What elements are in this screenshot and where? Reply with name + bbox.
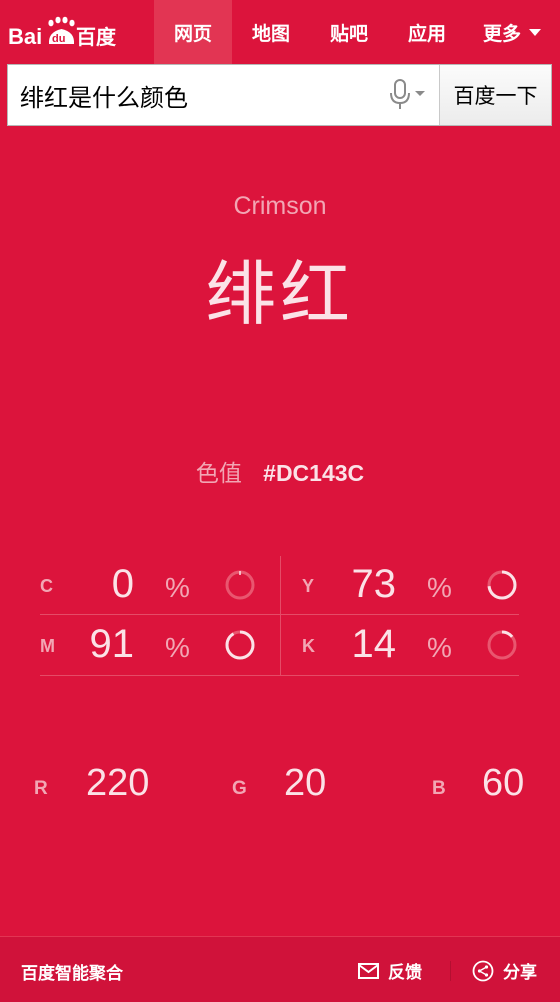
cmyk-cell-m: M 91 % xyxy=(40,616,280,674)
feedback-button[interactable]: 反馈 xyxy=(358,958,422,983)
cmyk-grid: C 0 % Y 73 % M 91 % K 14 % xyxy=(40,556,519,676)
cmyk-cell-c: C 0 % xyxy=(40,556,280,614)
baidu-logo[interactable]: Bai du 百度 xyxy=(8,12,120,52)
percent-sign: % xyxy=(165,632,190,663)
baidu-logo-image: Bai du 百度 xyxy=(8,16,117,49)
footer-bar: 百度智能聚合 反馈 分享 xyxy=(0,936,560,1002)
feedback-label: 反馈 xyxy=(388,963,422,983)
cmyk-letter: Y xyxy=(302,576,315,596)
progress-ring-icon xyxy=(225,630,255,660)
rgb-letter: G xyxy=(232,778,247,799)
color-english-name: Crimson xyxy=(233,192,327,220)
envelope-icon xyxy=(358,962,379,979)
cmyk-letter: M xyxy=(40,636,55,656)
caret-down-icon xyxy=(529,28,541,36)
main-nav: 网页 地图 贴吧 应用 更多 xyxy=(154,0,558,64)
nav-tab-apps[interactable]: 应用 xyxy=(388,0,466,64)
percent-sign: % xyxy=(427,572,452,603)
hex-value-row: 色值 #DC143C xyxy=(0,454,560,488)
percent-sign: % xyxy=(165,572,190,603)
divider xyxy=(450,961,451,981)
rgb-letter: R xyxy=(34,778,48,799)
rgb-letter: B xyxy=(432,778,446,799)
cmyk-cell-k: K 14 % xyxy=(302,616,542,674)
nav-tab-tieba[interactable]: 贴吧 xyxy=(310,0,388,64)
share-button[interactable]: 分享 xyxy=(472,958,537,983)
nav-tab-label: 地图 xyxy=(251,22,290,45)
nav-tab-label: 更多 xyxy=(482,22,521,45)
percent-sign: % xyxy=(427,632,452,663)
rgb-value: 60 xyxy=(482,762,525,804)
footer-brand: 百度智能聚合 xyxy=(21,964,123,984)
nav-tab-label: 网页 xyxy=(173,22,212,45)
microphone-icon xyxy=(390,79,425,109)
svg-text:du: du xyxy=(52,33,65,45)
share-icon xyxy=(472,960,494,981)
search-button[interactable]: 百度一下 xyxy=(439,65,551,125)
cmyk-value: 14 xyxy=(351,622,397,666)
search-input[interactable] xyxy=(8,65,377,125)
svg-text:Bai: Bai xyxy=(8,24,42,49)
progress-ring-icon xyxy=(225,570,255,600)
search-bar: 百度一下 xyxy=(7,64,552,126)
share-label: 分享 xyxy=(503,963,537,983)
nav-tab-label: 贴吧 xyxy=(329,22,368,45)
nav-tab-more[interactable]: 更多 xyxy=(466,0,558,64)
progress-ring-icon xyxy=(487,630,517,660)
top-navbar: Bai du 百度 网页 地图 贴吧 应用 更多 xyxy=(0,0,560,64)
progress-ring-icon xyxy=(487,570,517,600)
hex-label: 色值 xyxy=(195,461,242,487)
cmyk-value: 73 xyxy=(351,562,397,606)
cmyk-cell-y: Y 73 % xyxy=(302,556,542,614)
progress-ring-fill xyxy=(225,630,255,660)
voice-search-button[interactable] xyxy=(377,65,439,125)
cmyk-letter: C xyxy=(40,576,53,596)
cmyk-letter: K xyxy=(302,636,315,656)
nav-tab-web[interactable]: 网页 xyxy=(154,0,232,64)
rgb-value: 20 xyxy=(284,762,327,804)
rgb-value: 220 xyxy=(86,762,150,804)
nav-tab-label: 应用 xyxy=(407,22,446,45)
hex-value: #DC143C xyxy=(263,460,365,486)
divider xyxy=(280,556,281,676)
cmyk-value: 0 xyxy=(111,562,134,606)
color-chinese-name: 绯红 xyxy=(206,253,354,335)
nav-tab-map[interactable]: 地图 xyxy=(232,0,310,64)
cmyk-value: 91 xyxy=(89,622,135,666)
progress-ring-track xyxy=(225,570,255,600)
rgb-row: R 220 G 20 B 60 xyxy=(0,758,560,808)
svg-text:百度: 百度 xyxy=(76,25,117,49)
